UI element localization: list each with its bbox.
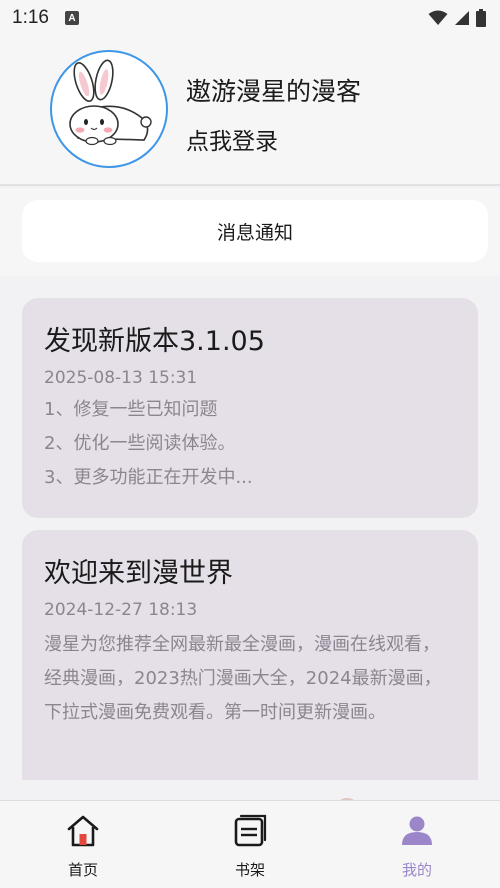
- profile-icon: [397, 811, 437, 851]
- message-card[interactable]: 欢迎来到漫世界 2024-12-27 18:13 漫星为您推荐全网最新最全漫画，…: [22, 530, 478, 780]
- tab-bookshelf[interactable]: 书架: [200, 811, 300, 881]
- status-indicators: [428, 9, 486, 27]
- home-icon: [63, 811, 103, 851]
- profile-header: 遨游漫星的漫客 点我登录: [0, 36, 500, 186]
- login-link[interactable]: 点我登录: [186, 122, 278, 156]
- message-card[interactable]: 发现新版本3.1.05 2025-08-13 15:31 1、修复一些已知问题 …: [22, 298, 478, 518]
- message-line: 1、修复一些已知问题: [44, 399, 218, 420]
- avatar[interactable]: [50, 50, 168, 168]
- notify-section: 消息通知: [0, 188, 500, 276]
- tab-mine-label: 我的: [401, 861, 432, 879]
- bottom-navigation: 首页 书架 我的: [0, 800, 500, 888]
- bookshelf-icon: [230, 811, 270, 851]
- message-body: 漫星为您推荐全网最新最全漫画，漫画在线观看，经典漫画，2023热门漫画大全，20…: [44, 634, 442, 723]
- wifi-icon: [428, 10, 448, 25]
- notification-app-icon: A: [64, 11, 79, 25]
- tab-mine[interactable]: 我的: [367, 811, 467, 881]
- message-title: 发现新版本3.1.05: [44, 326, 265, 357]
- message-date: 2024-12-27 18:13: [44, 600, 198, 620]
- user-name: 遨游漫星的漫客: [186, 77, 362, 106]
- message-line: 2、优化一些阅读体验。: [44, 433, 236, 454]
- battery-icon: [476, 9, 486, 27]
- rabbit-avatar-icon: [69, 59, 152, 146]
- message-title: 欢迎来到漫世界: [44, 558, 233, 589]
- message-notification-button[interactable]: 消息通知: [22, 200, 488, 262]
- tab-bookshelf-label: 书架: [234, 861, 265, 879]
- tab-home-label: 首页: [67, 861, 98, 879]
- signal-icon: [455, 11, 469, 25]
- status-time: 1:16: [12, 7, 49, 28]
- message-date: 2025-08-13 15:31: [44, 368, 198, 388]
- message-content: 1、修复一些已知问题 2、优化一些阅读体验。 3、更多功能正在开发中...: [44, 393, 456, 495]
- message-line: 3、更多功能正在开发中...: [44, 467, 253, 488]
- status-bar: 1:16 A: [0, 0, 500, 36]
- tab-home[interactable]: 首页: [33, 811, 133, 881]
